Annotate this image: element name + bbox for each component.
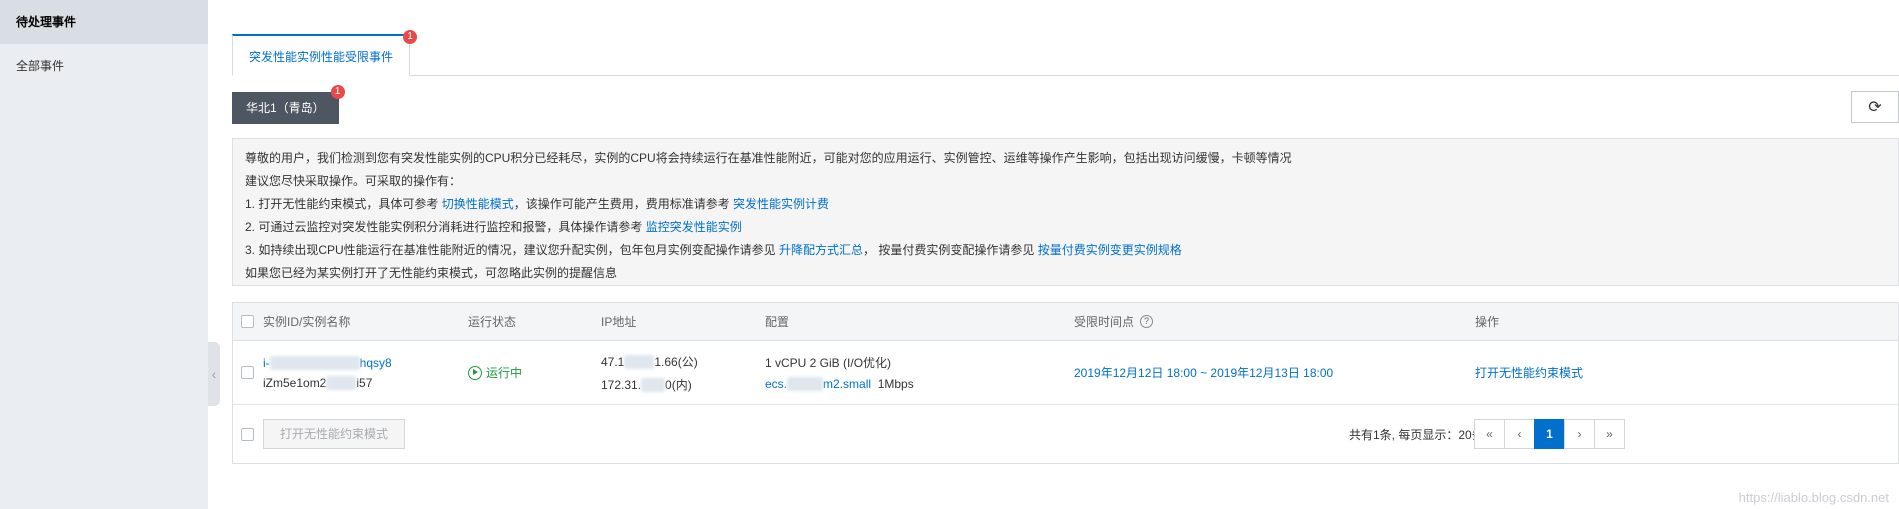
- instance-name: iZm5e1om2xxxxxi57: [263, 375, 373, 390]
- last-page-button[interactable]: »: [1594, 419, 1625, 449]
- sidebar-item-pending-events[interactable]: 待处理事件: [0, 0, 208, 44]
- tab-label: 突发性能实例性能受限事件: [249, 50, 394, 64]
- notice-line: 尊敬的用户，我们检测到您有突发性能实例的CPU积分已经耗尽，实例的CPU将会持续…: [245, 151, 1292, 165]
- refresh-icon: ⟳: [1868, 99, 1882, 116]
- footer-select-all-checkbox[interactable]: [241, 427, 254, 441]
- page-1-button[interactable]: 1: [1534, 419, 1565, 449]
- region-count-badge: 1: [330, 85, 345, 99]
- header-action: 操作: [1475, 315, 1500, 329]
- watermark: https://liablo.blog.csdn.net: [1738, 490, 1889, 505]
- pagination: « ‹ 1 › »: [1474, 419, 1625, 449]
- status-badge: 运行中: [468, 364, 522, 381]
- pay-as-you-go-change-spec-link[interactable]: 按量付费实例变更实例规格: [1038, 243, 1182, 257]
- enable-unlimited-mode-link[interactable]: 打开无性能约束模式: [1475, 364, 1583, 381]
- region-button[interactable]: 华北1（青岛） 1: [232, 85, 345, 124]
- main-content: 突发性能实例性能受限事件 1 华北1（青岛） 1 ⟳ 尊敬的用户，我们检测到您有…: [232, 0, 1899, 509]
- notice-line: 建议您尽快采取操作。可采取的操作有：: [245, 174, 462, 188]
- public-ip: 47.1xxxxx1.66(公): [601, 354, 698, 369]
- header-status: 运行状态: [468, 315, 517, 329]
- instance-id-link[interactable]: i-xxxxxxxxxxxxxxxhqsy8: [263, 355, 392, 370]
- row-checkbox[interactable]: [241, 366, 254, 379]
- config-spec: 1 vCPU 2 GiB (I/O优化): [765, 356, 892, 370]
- private-ip: 172.31.xxxx0(内): [601, 377, 692, 392]
- running-icon: [468, 365, 482, 380]
- next-page-button[interactable]: ›: [1564, 419, 1595, 449]
- refresh-button[interactable]: ⟳: [1851, 91, 1899, 123]
- config-type: ecs.xxxxxxm2.small 1Mbps: [765, 377, 914, 391]
- sidebar: 待处理事件 全部事件: [0, 0, 208, 509]
- first-page-button[interactable]: «: [1474, 419, 1505, 449]
- header-config: 配置: [765, 315, 790, 329]
- table-header: 实例ID/实例名称 运行状态 IP地址 配置 受限时间点? 操作: [233, 303, 1898, 341]
- header-limited-time: 受限时间点: [1074, 315, 1135, 329]
- tab-bar: 突发性能实例性能受限事件 1: [232, 30, 1899, 76]
- prev-page-button[interactable]: ‹: [1504, 419, 1535, 449]
- tab-burstable-limited-events[interactable]: 突发性能实例性能受限事件 1: [232, 30, 418, 76]
- help-icon[interactable]: ?: [1140, 315, 1154, 328]
- burstable-billing-link[interactable]: 突发性能实例计费: [733, 197, 829, 211]
- sidebar-collapse-handle[interactable]: ‹: [208, 342, 220, 406]
- bulk-enable-unlimited-button[interactable]: 打开无性能约束模式: [263, 419, 406, 449]
- switch-performance-mode-link[interactable]: 切换性能模式: [442, 197, 514, 211]
- upgrade-downgrade-summary-link[interactable]: 升降配方式汇总: [779, 243, 863, 257]
- select-all-checkbox[interactable]: [241, 315, 254, 328]
- table-footer: 打开无性能约束模式 共有1条, 每页显示：20条 « ‹ 1 › »: [233, 405, 1898, 463]
- notice-line: 1. 打开无性能约束模式，具体可参考 切换性能模式，该操作可能产生费用，费用标准…: [245, 197, 830, 211]
- monitor-burstable-link[interactable]: 监控突发性能实例: [646, 220, 742, 234]
- tab-count-badge: 1: [403, 30, 418, 44]
- instances-table: 实例ID/实例名称 运行状态 IP地址 配置 受限时间点? 操作 i-xxxxx…: [232, 302, 1899, 464]
- pagination-summary: 共有1条, 每页显示：20条: [1349, 427, 1484, 442]
- region-label: 华北1（青岛）: [246, 101, 325, 115]
- table-row: i-xxxxxxxxxxxxxxxhqsy8 iZm5e1om2xxxxxi57…: [233, 341, 1898, 405]
- header-ip: IP地址: [601, 315, 637, 329]
- instance-type-link[interactable]: ecs.xxxxxxm2.small: [765, 377, 871, 391]
- notice-panel: 尊敬的用户，我们检测到您有突发性能实例的CPU积分已经耗尽，实例的CPU将会持续…: [232, 138, 1899, 286]
- header-instance: 实例ID/实例名称: [263, 315, 351, 329]
- notice-line: 3. 如持续出现CPU性能运行在基准性能附近的情况，建议您升配实例，包年包月实例…: [245, 243, 1182, 257]
- notice-line: 如果您已经为某实例打开了无性能约束模式，可忽略此实例的提醒信息: [245, 266, 618, 280]
- notice-line: 2. 可通过云监控对突发性能实例积分消耗进行监控和报警，具体操作请参考 监控突发…: [245, 220, 742, 234]
- limited-time-range: 2019年12月12日 18:00 ~ 2019年12月13日 18:00: [1074, 366, 1334, 380]
- bandwidth: 1Mbps: [877, 377, 914, 391]
- sidebar-item-all-events[interactable]: 全部事件: [0, 44, 208, 88]
- chevron-left-icon: ‹: [211, 366, 217, 382]
